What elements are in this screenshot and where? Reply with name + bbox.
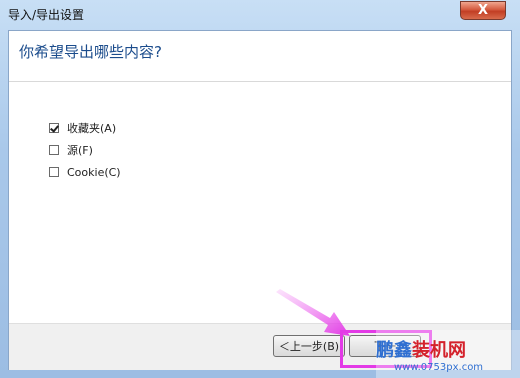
watermark-title: 鹏鑫装机网 (376, 336, 466, 362)
site-watermark: 鹏鑫装机网 www.0753px.com (376, 330, 520, 378)
watermark-title-part1: 鹏鑫 (376, 339, 412, 361)
annotation-arrow (276, 289, 350, 336)
watermark-title-part2: 装机网 (412, 339, 466, 361)
watermark-url: www.0753px.com (394, 361, 484, 373)
